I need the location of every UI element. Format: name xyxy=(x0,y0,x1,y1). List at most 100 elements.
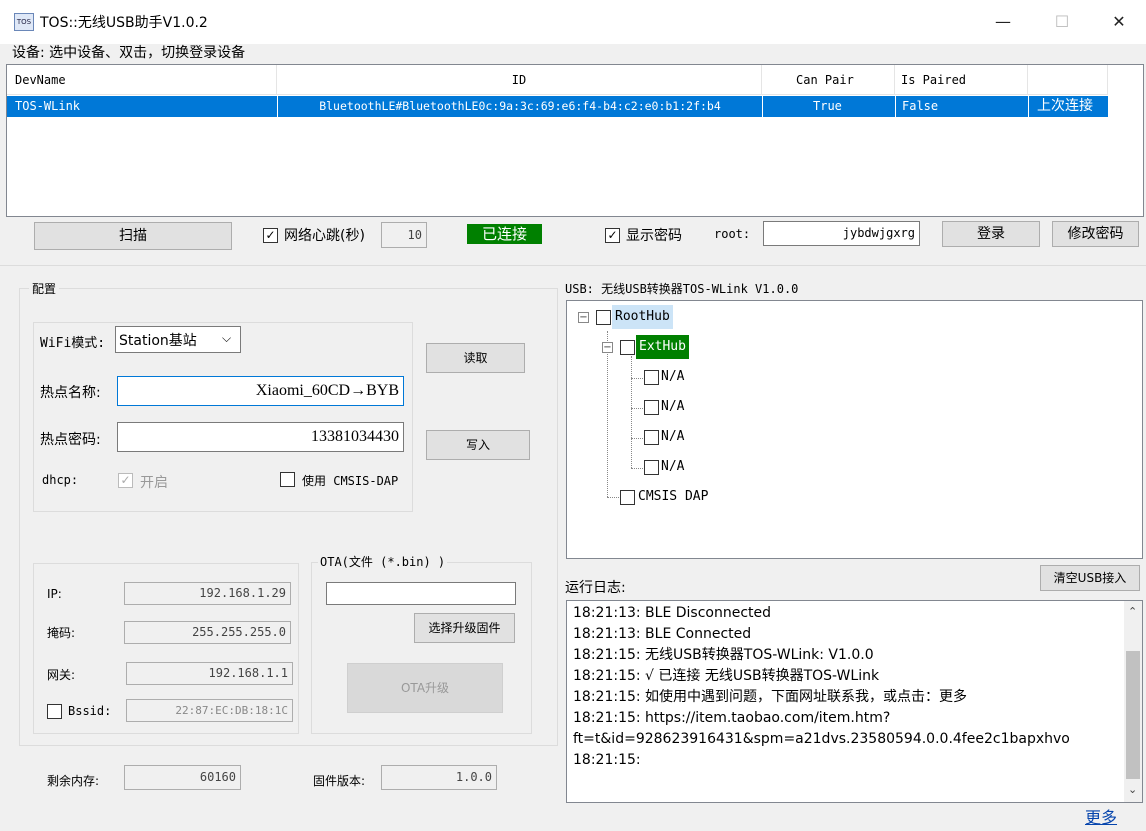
heartbeat-input[interactable]: 10 xyxy=(381,222,427,248)
device-hint: 设备: 选中设备、双击，切换登录设备 xyxy=(12,45,246,61)
wifi-mode-select[interactable]: Station基站 ⌵ xyxy=(115,326,241,353)
bssid-field[interactable]: 22:87:EC:DB:18:1C xyxy=(126,699,293,722)
tree-line xyxy=(631,356,632,468)
more-link[interactable]: 更多 xyxy=(1085,804,1117,828)
ip-label: IP: xyxy=(47,587,62,601)
port-checkbox[interactable] xyxy=(644,460,659,475)
firmware-version-label: 固件版本: xyxy=(313,774,366,788)
col-devname[interactable]: DevName xyxy=(7,65,277,95)
log-line: 18:21:13: BLE Disconnected xyxy=(573,605,772,621)
select-firmware-button[interactable]: 选择升级固件 xyxy=(414,613,515,643)
close-button[interactable]: ✕ xyxy=(1090,0,1146,44)
col-is-paired[interactable]: Is Paired xyxy=(895,65,1028,95)
device-table[interactable]: DevName ID Can Pair Is Paired TOS-WLink … xyxy=(6,64,1144,217)
exthub-checkbox[interactable] xyxy=(620,340,635,355)
usb-title: USB: 无线USB转换器TOS-WLink V1.0.0 xyxy=(565,282,799,296)
app-icon: TOS xyxy=(14,13,34,31)
gateway-field[interactable]: 192.168.1.1 xyxy=(126,662,293,685)
collapse-icon[interactable]: − xyxy=(578,312,589,323)
ssid-label: 热点名称: xyxy=(40,385,101,401)
tree-node-exthub[interactable]: ExtHub xyxy=(636,335,689,359)
tree-line xyxy=(607,331,608,497)
tree-node-port[interactable]: N/A xyxy=(661,455,684,479)
ota-group-title: OTA(文件 (*.bin) ) xyxy=(318,553,448,570)
port-checkbox[interactable] xyxy=(644,370,659,385)
read-button[interactable]: 读取 xyxy=(426,343,525,373)
tree-node-port[interactable]: N/A xyxy=(661,425,684,449)
clear-usb-button[interactable]: 清空USB接入 xyxy=(1040,565,1140,591)
port-checkbox[interactable] xyxy=(644,400,659,415)
tree-node-port[interactable]: N/A xyxy=(661,365,684,389)
wifi-password-label: 热点密码: xyxy=(40,432,101,448)
tree-node-cmsis[interactable]: CMSIS DAP xyxy=(638,485,708,509)
password-input[interactable]: jybdwjgxrg xyxy=(763,221,920,246)
bssid-checkbox[interactable] xyxy=(47,704,62,719)
chevron-down-icon: ⌵ xyxy=(222,331,232,345)
mask-label: 掩码: xyxy=(47,626,76,640)
wifi-password-input[interactable]: 13381034430 xyxy=(117,422,404,452)
cmsis-node-checkbox[interactable] xyxy=(620,490,635,505)
ota-file-input[interactable] xyxy=(326,582,516,605)
minimize-button[interactable]: — xyxy=(974,0,1032,44)
cmsis-label: 使用 CMSIS-DAP xyxy=(302,474,399,488)
maximize-button[interactable]: ☐ xyxy=(1033,0,1091,44)
dhcp-option-label: 开启 xyxy=(140,475,168,491)
log-line: 18:21:15: https://item.taobao.com/item.h… xyxy=(573,710,891,726)
log-line: 18:21:15: 无线USB转换器TOS-WLink: V1.0.0 xyxy=(573,647,874,663)
log-area[interactable]: 18:21:13: BLE Disconnected 18:21:13: BLE… xyxy=(566,600,1143,803)
cell-can-pair[interactable]: True xyxy=(762,96,895,117)
log-line: ft=t&id=928623916431&spm=a21dvs.23580594… xyxy=(573,731,1070,747)
tree-line xyxy=(631,438,645,439)
cell-devname[interactable]: TOS-WLink xyxy=(7,96,277,117)
mask-field[interactable]: 255.255.255.0 xyxy=(124,621,291,644)
tree-node-port[interactable]: N/A xyxy=(661,395,684,419)
connection-status-badge: 已连接 xyxy=(467,224,542,244)
free-memory-label: 剩余内存: xyxy=(47,774,100,788)
cell-is-paired[interactable]: False xyxy=(895,96,1028,117)
usb-tree[interactable]: − RootHub − ExtHub N/A N/A N/A N/A CMSIS… xyxy=(566,300,1143,559)
wifi-mode-value: Station基站 xyxy=(119,333,197,349)
port-checkbox[interactable] xyxy=(644,430,659,445)
col-action[interactable] xyxy=(1028,65,1108,95)
roothub-checkbox[interactable] xyxy=(596,310,611,325)
col-can-pair[interactable]: Can Pair xyxy=(762,65,895,95)
show-password-checkbox[interactable]: ✓ xyxy=(605,228,620,243)
log-line: 18:21:15: xyxy=(573,752,641,768)
ip-field[interactable]: 192.168.1.29 xyxy=(124,582,291,605)
ota-upgrade-button[interactable]: OTA升级 xyxy=(347,663,503,713)
cell-action[interactable]: 上次连接 xyxy=(1028,96,1108,117)
log-scrollbar[interactable]: ⌃ ⌄ xyxy=(1124,601,1142,802)
scroll-up-icon[interactable]: ⌃ xyxy=(1128,605,1137,618)
tree-line xyxy=(631,408,645,409)
log-line: 18:21:15: 如使用中遇到问题，下面网址联系我，或点击：更多 xyxy=(573,689,968,705)
cmsis-checkbox[interactable] xyxy=(280,472,295,487)
firmware-version-field[interactable]: 1.0.0 xyxy=(381,765,497,790)
scroll-down-icon[interactable]: ⌄ xyxy=(1128,783,1137,796)
show-password-label: 显示密码 xyxy=(626,228,682,244)
tree-node-roothub[interactable]: RootHub xyxy=(612,305,673,329)
wifi-mode-label: WiFi模式: xyxy=(40,336,106,351)
write-button[interactable]: 写入 xyxy=(426,430,530,460)
dhcp-label: dhcp: xyxy=(42,473,79,487)
heartbeat-label: 网络心跳(秒) xyxy=(284,228,365,244)
change-password-button[interactable]: 修改密码 xyxy=(1052,221,1139,247)
tree-line xyxy=(631,468,645,469)
heartbeat-checkbox[interactable]: ✓ xyxy=(263,228,278,243)
scan-button[interactable]: 扫描 xyxy=(34,222,232,250)
log-line: 18:21:15: √ 已连接 无线USB转换器TOS-WLink xyxy=(573,668,880,684)
ssid-input[interactable]: Xiaomi_60CD→BYB xyxy=(117,376,404,406)
collapse-icon[interactable]: − xyxy=(602,342,613,353)
log-line: 18:21:13: BLE Connected xyxy=(573,626,752,642)
window-title: TOS::无线USB助手V1.0.2 xyxy=(40,15,208,31)
col-id[interactable]: ID xyxy=(277,65,762,95)
login-button[interactable]: 登录 xyxy=(942,221,1040,247)
cell-id[interactable]: BluetoothLE#BluetoothLE0c:9a:3c:69:e6:f4… xyxy=(277,96,762,117)
gateway-label: 网关: xyxy=(47,668,76,682)
tree-line xyxy=(607,497,621,498)
dhcp-checkbox[interactable]: ✓ xyxy=(118,473,133,488)
tree-line xyxy=(631,378,645,379)
bssid-label: Bssid: xyxy=(68,704,112,718)
config-group-title: 配置 xyxy=(29,280,60,297)
free-memory-field[interactable]: 60160 xyxy=(124,765,241,790)
scroll-thumb[interactable] xyxy=(1126,651,1140,779)
